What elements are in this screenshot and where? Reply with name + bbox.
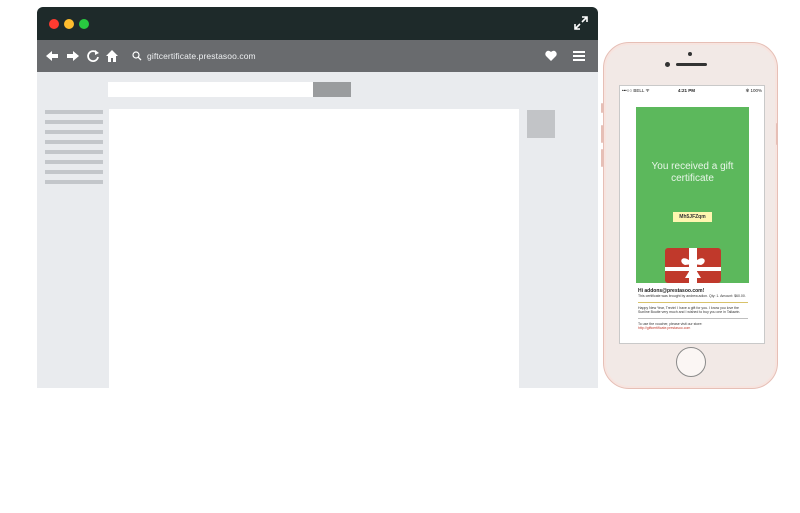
sidebar-placeholder (45, 110, 103, 190)
search-icon (132, 51, 142, 61)
sidebar-line (45, 160, 103, 164)
sidebar-line (45, 140, 103, 144)
status-time: 4:21 PM (678, 88, 696, 93)
sidebar-line (45, 130, 103, 134)
carrier-signal: •••○○ BELL ᯤ (622, 88, 650, 93)
home-icon[interactable] (105, 48, 119, 64)
forward-arrow-icon[interactable] (66, 48, 80, 64)
email-line-purchase: This certificate was brought by andrew.a… (638, 294, 746, 298)
divider (638, 301, 748, 303)
address-bar[interactable]: giftcertificate.prestasoo.com (132, 49, 256, 63)
expand-icon[interactable] (574, 16, 588, 30)
sidebar-line (45, 170, 103, 174)
mute-switch (601, 103, 603, 113)
power-button (776, 123, 778, 145)
volume-down-button (601, 149, 603, 167)
hamburger-menu-icon[interactable] (572, 48, 586, 64)
maximize-window-button[interactable] (79, 19, 89, 29)
browser-window: giftcertificate.prestasoo.com (37, 7, 598, 388)
email-line-instructions: To use the voucher, please visit our sto… (638, 322, 748, 331)
proximity-sensor (688, 52, 692, 56)
main-content-panel (109, 109, 519, 388)
email-instructions-text: To use the voucher, please visit our sto… (638, 321, 703, 326)
front-camera (665, 62, 670, 67)
browser-content (37, 72, 598, 388)
gift-card-title: You received a gift certificate (651, 161, 734, 184)
page-search-input[interactable] (108, 82, 313, 97)
heart-icon[interactable] (544, 48, 558, 64)
gift-certificate-card: You received a gift certificate Mh5JFZqm (636, 107, 749, 283)
browser-titlebar (37, 7, 598, 40)
earpiece-speaker (676, 63, 707, 66)
sidebar-line (45, 110, 103, 114)
gift-box-icon (665, 248, 721, 283)
browser-navbar: giftcertificate.prestasoo.com (37, 40, 598, 72)
email-line-message: Happy New Year, Trevin! I have a gift fo… (638, 305, 741, 315)
gift-code-badge: Mh5JFZqm (673, 212, 712, 222)
sidebar-line (45, 150, 103, 154)
close-window-button[interactable] (49, 19, 59, 29)
volume-up-button (601, 125, 603, 143)
home-button[interactable] (676, 347, 706, 377)
page-search-button[interactable] (313, 82, 351, 97)
status-bar: •••○○ BELL ᯤ 4:21 PM ✻ 100% (620, 86, 764, 95)
store-link[interactable]: http://giftcertificate.prestasoo.com (638, 326, 690, 330)
reload-icon[interactable] (86, 48, 100, 64)
sidebar-line (45, 180, 103, 184)
right-placeholder-block (527, 110, 555, 138)
battery-status: ✻ 100% (745, 88, 762, 93)
phone-screen: •••○○ BELL ᯤ 4:21 PM ✻ 100% You received… (619, 85, 765, 344)
divider (638, 317, 748, 319)
email-body: Hi addons@prestasoo.com! This certificat… (638, 288, 748, 331)
minimize-window-button[interactable] (64, 19, 74, 29)
phone-mockup: •••○○ BELL ᯤ 4:21 PM ✻ 100% You received… (601, 42, 778, 389)
url-text: giftcertificate.prestasoo.com (147, 51, 256, 61)
sidebar-line (45, 120, 103, 124)
back-arrow-icon[interactable] (45, 48, 59, 64)
